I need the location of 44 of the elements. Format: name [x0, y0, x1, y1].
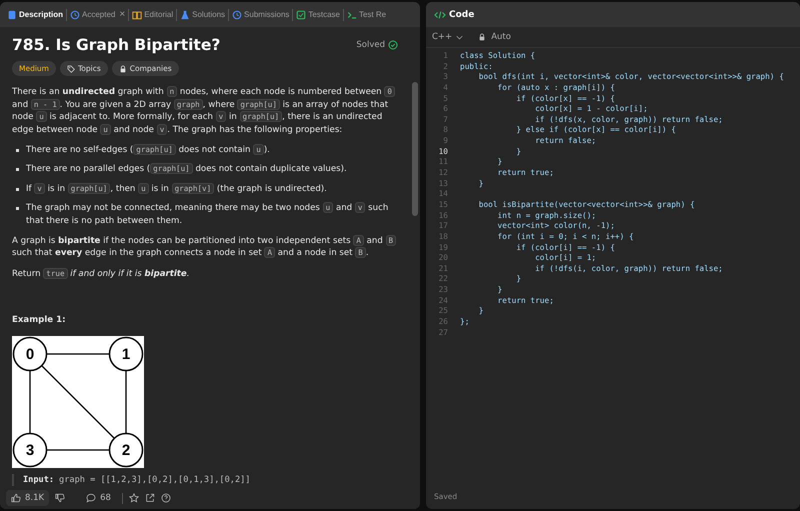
bullet-icon — [16, 149, 19, 152]
graph-node: 2 — [108, 432, 144, 467]
input-value: graph = [[1,2,3],[0,2],[0,1,3],[0,2]] — [59, 474, 250, 485]
book-icon — [132, 10, 142, 20]
like-button[interactable]: 8.1K — [6, 490, 50, 506]
input-label: Input: — [23, 474, 54, 485]
thumbs-down-icon[interactable] — [55, 493, 66, 503]
tag-icon — [67, 64, 75, 73]
lock-icon — [478, 33, 486, 41]
code-brackets-icon — [434, 10, 446, 20]
problem-title: 785. Is Graph Bipartite? — [12, 39, 222, 52]
solved-status: Solved — [356, 39, 385, 52]
help-icon[interactable] — [160, 493, 171, 503]
tab[interactable]: Description — [4, 10, 66, 20]
document-icon — [7, 10, 17, 20]
star-icon[interactable] — [128, 493, 139, 503]
bullet-icon — [16, 168, 19, 172]
panel-title: Code — [449, 10, 474, 20]
graph-node: 3 — [12, 432, 48, 467]
graph-node: 1 — [108, 336, 144, 371]
tab[interactable]: Accepted × — [67, 9, 128, 20]
close-icon[interactable]: × — [119, 9, 126, 20]
tab[interactable]: Editorial — [129, 10, 176, 20]
tab[interactable]: Test Re — [344, 10, 390, 20]
comments-button[interactable]: 68 — [81, 490, 116, 506]
tab[interactable]: Testcase — [293, 10, 343, 20]
language-dropdown[interactable]: C++ — [432, 32, 468, 42]
flask-icon — [180, 10, 190, 20]
tab[interactable]: Solutions — [177, 10, 228, 20]
graph-node: 0 — [12, 336, 48, 371]
lock-icon — [118, 64, 127, 73]
bullet-icon — [16, 188, 19, 191]
example-heading: Example 1: — [12, 314, 67, 327]
speech-bubble-icon — [86, 493, 96, 503]
tab[interactable]: Submissions — [229, 10, 292, 20]
terminal-icon — [346, 10, 357, 20]
mode-label: Auto — [491, 32, 511, 42]
clock-icon — [232, 10, 242, 20]
chevron-down-icon — [456, 34, 464, 40]
share-icon[interactable] — [144, 493, 155, 503]
bullet-icon — [16, 207, 19, 210]
clock-icon — [70, 10, 80, 20]
thumbs-up-icon — [11, 493, 21, 503]
checkbox-icon — [296, 10, 306, 20]
